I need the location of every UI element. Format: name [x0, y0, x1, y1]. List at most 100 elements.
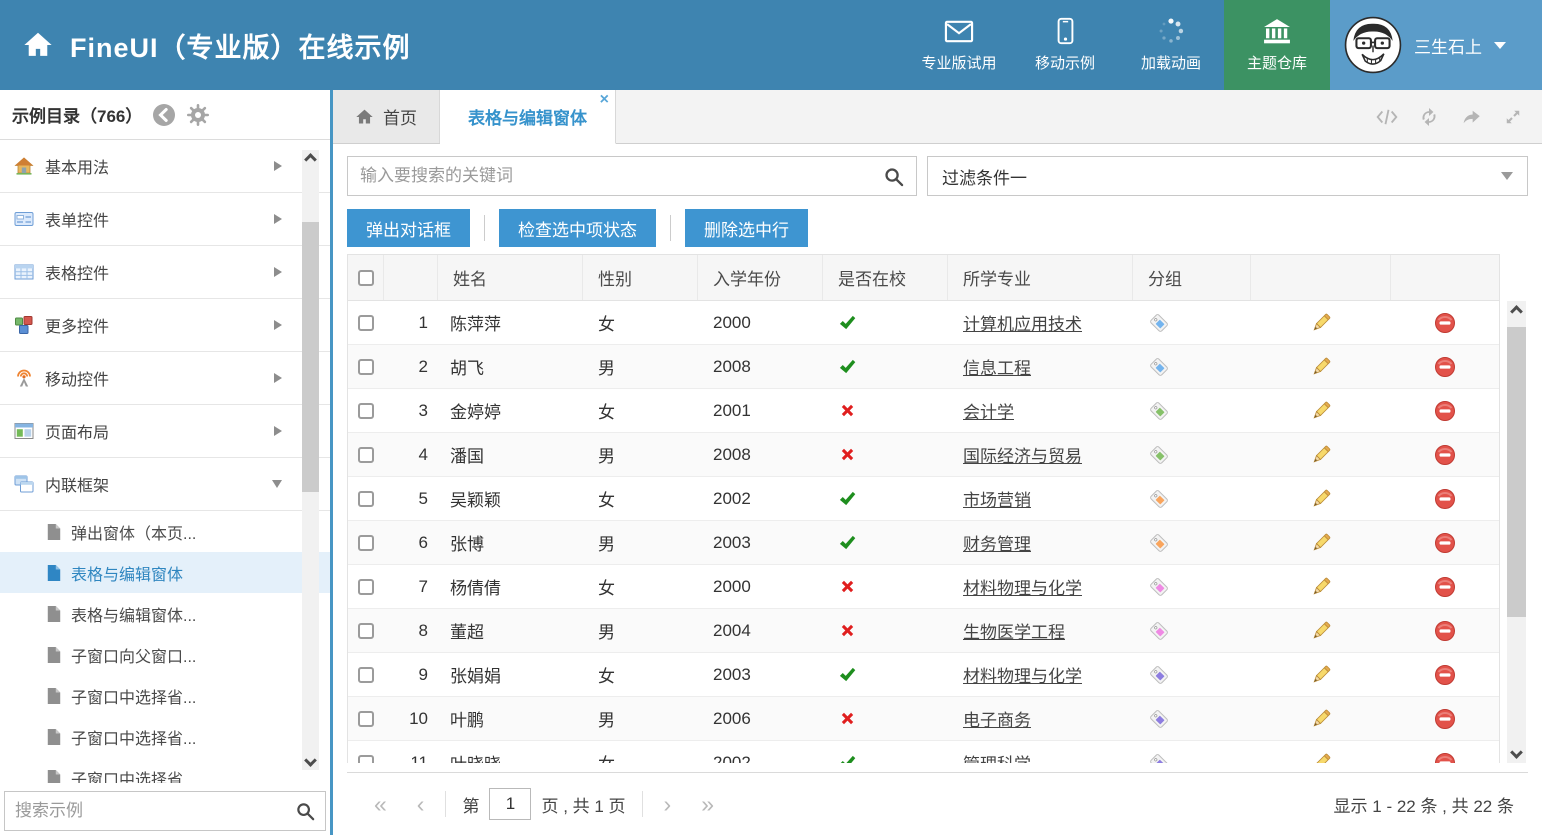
- page-number-input[interactable]: [489, 788, 531, 820]
- delete-icon[interactable]: [1434, 664, 1456, 686]
- action-button[interactable]: 删除选中行: [685, 209, 808, 247]
- delete-icon[interactable]: [1434, 532, 1456, 554]
- keyword-input[interactable]: [360, 166, 883, 186]
- tab-active[interactable]: 表格与编辑窗体×: [440, 90, 616, 144]
- topnav-loading[interactable]: 加载动画: [1118, 0, 1224, 90]
- row-checkbox[interactable]: [358, 359, 374, 375]
- first-page-button[interactable]: «: [374, 793, 387, 816]
- edit-icon[interactable]: [1310, 356, 1332, 378]
- topnav-trial[interactable]: 专业版试用: [906, 0, 1012, 90]
- edit-icon[interactable]: [1310, 312, 1332, 334]
- refresh-icon[interactable]: [1418, 107, 1440, 127]
- scrollbar-thumb[interactable]: [302, 222, 319, 492]
- expand-icon[interactable]: [1502, 107, 1524, 127]
- table-scrollbar[interactable]: [1507, 301, 1526, 763]
- row-checkbox[interactable]: [358, 491, 374, 507]
- edit-icon[interactable]: [1310, 620, 1332, 642]
- row-checkbox[interactable]: [358, 667, 374, 683]
- row-checkbox[interactable]: [358, 579, 374, 595]
- scroll-up-icon[interactable]: [1510, 305, 1523, 318]
- filter-dropdown[interactable]: 过滤条件一: [927, 156, 1528, 196]
- delete-icon[interactable]: [1434, 576, 1456, 598]
- search-icon[interactable]: [295, 801, 315, 821]
- prev-page-button[interactable]: ‹: [417, 793, 425, 816]
- table-row[interactable]: 4潘国男2008国际经济与贸易: [348, 433, 1499, 477]
- delete-icon[interactable]: [1434, 400, 1456, 422]
- row-checkbox[interactable]: [358, 711, 374, 727]
- topnav-mobile[interactable]: 移动示例: [1012, 0, 1118, 90]
- edit-icon[interactable]: [1310, 708, 1332, 730]
- major-link[interactable]: 生物医学工程: [963, 618, 1065, 643]
- table-row[interactable]: 2胡飞男2008信息工程: [348, 345, 1499, 389]
- delete-icon[interactable]: [1434, 488, 1456, 510]
- action-button[interactable]: 弹出对话框: [347, 209, 470, 247]
- table-row[interactable]: 7杨倩倩女2000材料物理与化学: [348, 565, 1499, 609]
- topnav-theme[interactable]: 主题仓库: [1224, 0, 1330, 90]
- edit-icon[interactable]: [1310, 532, 1332, 554]
- row-checkbox[interactable]: [358, 315, 374, 331]
- major-link[interactable]: 会计学: [963, 398, 1014, 423]
- scrollbar-thumb[interactable]: [1507, 327, 1526, 617]
- sidebar-item[interactable]: 表格与编辑窗体...: [0, 593, 330, 634]
- share-icon[interactable]: [1460, 107, 1482, 127]
- sidebar-search-input[interactable]: [15, 801, 295, 821]
- table-row[interactable]: 10叶鹏男2006电子商务: [348, 697, 1499, 741]
- action-button[interactable]: 检查选中项状态: [499, 209, 656, 247]
- sidebar-group-item[interactable]: 移动控件: [0, 352, 330, 405]
- sidebar-group-item[interactable]: 表格控件: [0, 246, 330, 299]
- edit-icon[interactable]: [1310, 400, 1332, 422]
- major-link[interactable]: 财务管理: [963, 530, 1031, 555]
- table-row[interactable]: 11叶晓晓女2002管理科学: [348, 741, 1499, 763]
- gear-icon[interactable]: [186, 103, 210, 127]
- sidebar-group-item[interactable]: 基本用法: [0, 140, 330, 193]
- major-link[interactable]: 电子商务: [963, 706, 1031, 731]
- sidebar-item[interactable]: 子窗口向父窗口...: [0, 634, 330, 675]
- edit-icon[interactable]: [1310, 444, 1332, 466]
- sidebar-item[interactable]: 子窗口中选择省...: [0, 675, 330, 716]
- edit-icon[interactable]: [1310, 576, 1332, 598]
- select-all-checkbox[interactable]: [358, 270, 374, 286]
- tab-home[interactable]: 首页: [333, 90, 440, 143]
- sidebar-item[interactable]: 弹出窗体（本页...: [0, 511, 330, 552]
- table-row[interactable]: 6张博男2003财务管理: [348, 521, 1499, 565]
- row-checkbox[interactable]: [358, 755, 374, 764]
- sidebar-item[interactable]: 表格与编辑窗体: [0, 552, 330, 593]
- sidebar-scrollbar[interactable]: [302, 150, 319, 770]
- table-row[interactable]: 9张娟娟女2003材料物理与化学: [348, 653, 1499, 697]
- sidebar-group-item[interactable]: 页面布局: [0, 405, 330, 458]
- user-menu[interactable]: 三生石上: [1330, 0, 1542, 90]
- row-checkbox[interactable]: [358, 403, 374, 419]
- close-icon[interactable]: ×: [600, 92, 609, 108]
- edit-icon[interactable]: [1310, 752, 1332, 764]
- row-checkbox[interactable]: [358, 623, 374, 639]
- row-checkbox[interactable]: [358, 535, 374, 551]
- table-row[interactable]: 8董超男2004生物医学工程: [348, 609, 1499, 653]
- major-link[interactable]: 计算机应用技术: [963, 310, 1082, 335]
- major-link[interactable]: 国际经济与贸易: [963, 442, 1082, 467]
- table-row[interactable]: 5吴颖颖女2002市场营销: [348, 477, 1499, 521]
- table-row[interactable]: 3金婷婷女2001会计学: [348, 389, 1499, 433]
- edit-icon[interactable]: [1310, 664, 1332, 686]
- scroll-up-icon[interactable]: [304, 153, 317, 166]
- sidebar-group-item[interactable]: 表单控件: [0, 193, 330, 246]
- delete-icon[interactable]: [1434, 312, 1456, 334]
- sidebar-item[interactable]: 子窗口中选择省...: [0, 716, 330, 757]
- delete-icon[interactable]: [1434, 444, 1456, 466]
- delete-icon[interactable]: [1434, 356, 1456, 378]
- major-link[interactable]: 管理科学: [963, 750, 1031, 763]
- search-icon[interactable]: [883, 166, 904, 187]
- row-checkbox[interactable]: [358, 447, 374, 463]
- major-link[interactable]: 信息工程: [963, 354, 1031, 379]
- last-page-button[interactable]: »: [701, 793, 714, 816]
- next-page-button[interactable]: ›: [664, 793, 672, 816]
- delete-icon[interactable]: [1434, 752, 1456, 764]
- major-link[interactable]: 市场营销: [963, 486, 1031, 511]
- table-row[interactable]: 1陈萍萍女2000计算机应用技术: [348, 301, 1499, 345]
- delete-icon[interactable]: [1434, 708, 1456, 730]
- sidebar-group-item[interactable]: 内联框架: [0, 458, 330, 511]
- major-link[interactable]: 材料物理与化学: [963, 662, 1082, 687]
- scroll-down-icon[interactable]: [304, 754, 317, 767]
- collapse-sidebar-icon[interactable]: [152, 103, 176, 127]
- sidebar-item[interactable]: 子窗口中选择省...: [0, 757, 330, 783]
- sidebar-group-item[interactable]: 更多控件: [0, 299, 330, 352]
